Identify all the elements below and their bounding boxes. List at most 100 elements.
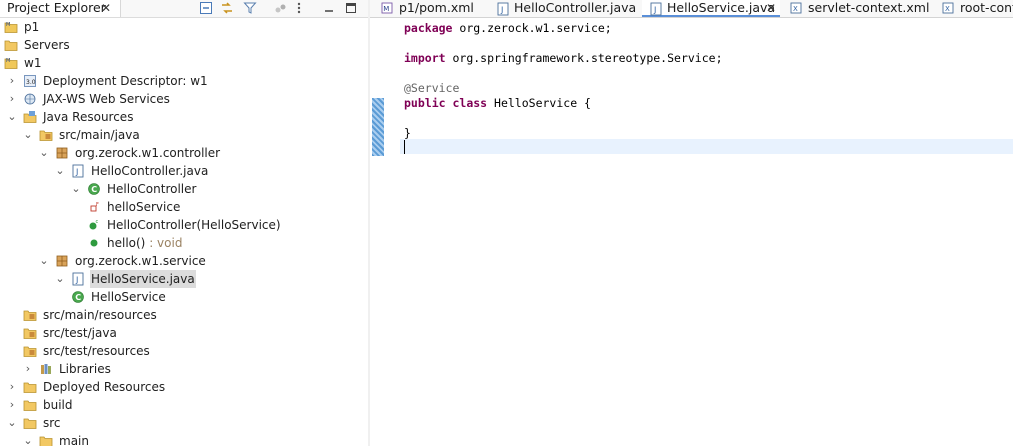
code-line: package org.zerock.w1.service; — [404, 21, 612, 36]
tree-item-label: p1 — [23, 18, 40, 36]
java-file-icon: J — [649, 2, 662, 16]
editor-tab[interactable]: Xroot-conte — [935, 0, 1013, 17]
editor-tab[interactable]: J HelloController.java — [489, 0, 639, 17]
chevron-right-icon[interactable]: › — [23, 360, 33, 378]
editor-tab[interactable]: J HelloService.java ✕ — [642, 0, 780, 17]
svg-text:J: J — [75, 276, 78, 285]
text-caret — [404, 140, 405, 154]
collapse-all-icon[interactable] — [199, 1, 213, 15]
editor-tab[interactable]: Xservlet-context.xml — [783, 0, 931, 17]
tree-item-text: Libraries — [59, 362, 111, 376]
web-services-icon — [23, 92, 37, 106]
code-line: import org.springframework.stereotype.Se… — [404, 51, 723, 66]
folder-icon — [39, 434, 53, 446]
tree-item-text: Deployed Resources — [43, 380, 166, 394]
chevron-right-icon[interactable]: › — [7, 72, 17, 90]
tree-item[interactable]: › build — [0, 396, 368, 414]
editor-ruler — [370, 18, 400, 446]
tree-item-label: hello() : void — [106, 234, 183, 252]
close-icon[interactable]: ✕ — [766, 0, 776, 16]
tree-item[interactable]: ⌄ org.zerock.w1.service — [0, 252, 368, 270]
tree-item-label: org.zerock.w1.service — [74, 252, 207, 270]
quick-diff-change-marker — [372, 98, 384, 156]
tree-item[interactable]: › 3.0 Deployment Descriptor: w1 — [0, 72, 368, 90]
view-menu-icon[interactable] — [292, 1, 306, 15]
tree-item[interactable]: ⌄ C HelloController — [0, 180, 368, 198]
code-text: org.zerock.w1.service; — [452, 21, 612, 35]
maven-project-icon: M — [4, 56, 18, 70]
svg-text:X: X — [945, 5, 950, 13]
package-icon — [55, 254, 69, 268]
tree-item-label: HelloController — [106, 180, 197, 198]
explorer-close-icon[interactable]: ✕ — [101, 0, 111, 16]
svg-text:c: c — [96, 219, 99, 225]
tree-item-text: HelloService.java — [91, 272, 195, 286]
java-file-icon: J — [71, 164, 85, 178]
tree-item[interactable]: ⌄ J HelloService.java — [0, 270, 368, 288]
tree-item[interactable]: hello() : void — [0, 234, 368, 252]
chevron-right-icon[interactable]: › — [7, 378, 17, 396]
package-icon — [55, 146, 69, 160]
chevron-right-icon[interactable]: › — [7, 90, 17, 108]
tree-item-text: HelloService — [91, 290, 166, 304]
tree-item[interactable]: › Libraries — [0, 360, 368, 378]
tree-item[interactable]: ⌄ org.zerock.w1.controller — [0, 144, 368, 162]
tree-item[interactable]: ⌄ Java Resources — [0, 108, 368, 126]
explorer-view-tab[interactable]: Project Explorer ✕ — [0, 0, 121, 17]
tree-item[interactable]: src/test/resources — [0, 342, 368, 360]
chevron-down-icon[interactable]: ⌄ — [71, 180, 81, 198]
tree-item[interactable]: ⌄ main — [0, 432, 368, 446]
tree-item-text: JAX-WS Web Services — [43, 92, 170, 106]
code-text: } — [404, 126, 411, 140]
class-icon: C — [71, 290, 85, 304]
field-icon: F — [87, 200, 101, 214]
tree-item-label: helloService — [106, 198, 181, 216]
class-icon: C — [87, 182, 101, 196]
tree-item[interactable]: Mp1 — [0, 18, 368, 36]
tree-item-text: hello() — [107, 236, 146, 250]
minimize-icon[interactable] — [322, 1, 336, 15]
filter-icon[interactable] — [243, 1, 257, 15]
chevron-down-icon[interactable]: ⌄ — [55, 162, 65, 180]
chevron-right-icon[interactable]: › — [7, 396, 17, 414]
tree-item-label: Java Resources — [42, 108, 134, 126]
tree-item[interactable]: Mw1 — [0, 54, 368, 72]
tree-item[interactable]: C HelloService — [0, 288, 368, 306]
tree-item-text: p1 — [24, 20, 40, 34]
tree-item[interactable]: src/main/resources — [0, 306, 368, 324]
tree-item[interactable]: ⌄ src/main/java — [0, 126, 368, 144]
code-keyword: import — [404, 51, 446, 65]
tree-item-label: HelloService.java — [90, 270, 196, 288]
chevron-down-icon[interactable]: ⌄ — [23, 432, 33, 446]
code-editor[interactable]: package org.zerock.w1.service; import org… — [400, 18, 1013, 446]
chevron-down-icon[interactable]: ⌄ — [39, 252, 49, 270]
tree-item[interactable]: › JAX-WS Web Services — [0, 90, 368, 108]
tree-item[interactable]: src/test/java — [0, 324, 368, 342]
tree-item[interactable]: c HelloController(HelloService) — [0, 216, 368, 234]
tree-item[interactable]: Servers — [0, 36, 368, 54]
editor-tab-label: servlet-context.xml — [808, 0, 930, 15]
java-resources-icon — [23, 110, 37, 124]
tree-item-label: Deployed Resources — [42, 378, 166, 396]
tree-item[interactable]: › Deployed Resources — [0, 378, 368, 396]
link-with-editor-icon[interactable] — [220, 1, 234, 15]
tree-item-text: build — [43, 398, 73, 412]
source-folder-icon — [23, 344, 37, 358]
maximize-icon[interactable] — [344, 1, 358, 15]
folder-icon — [4, 38, 18, 52]
tree-item[interactable]: ⌄ src — [0, 414, 368, 432]
tree-item-text: main — [59, 434, 89, 446]
current-line-highlight — [400, 139, 1013, 154]
editor-tab[interactable]: Mp1/pom.xml — [374, 0, 486, 17]
chevron-down-icon[interactable]: ⌄ — [55, 270, 65, 288]
view-menu-dots-icon[interactable] — [274, 1, 288, 15]
tree-item[interactable]: FhelloService — [0, 198, 368, 216]
chevron-down-icon[interactable]: ⌄ — [23, 126, 33, 144]
tree-item-label: src/main/resources — [42, 306, 158, 324]
code-line: @Service — [404, 81, 459, 96]
chevron-down-icon[interactable]: ⌄ — [7, 108, 17, 126]
tree-item[interactable]: ⌄ J HelloController.java — [0, 162, 368, 180]
svg-text:C: C — [75, 293, 81, 302]
chevron-down-icon[interactable]: ⌄ — [39, 144, 49, 162]
chevron-down-icon[interactable]: ⌄ — [7, 414, 17, 432]
